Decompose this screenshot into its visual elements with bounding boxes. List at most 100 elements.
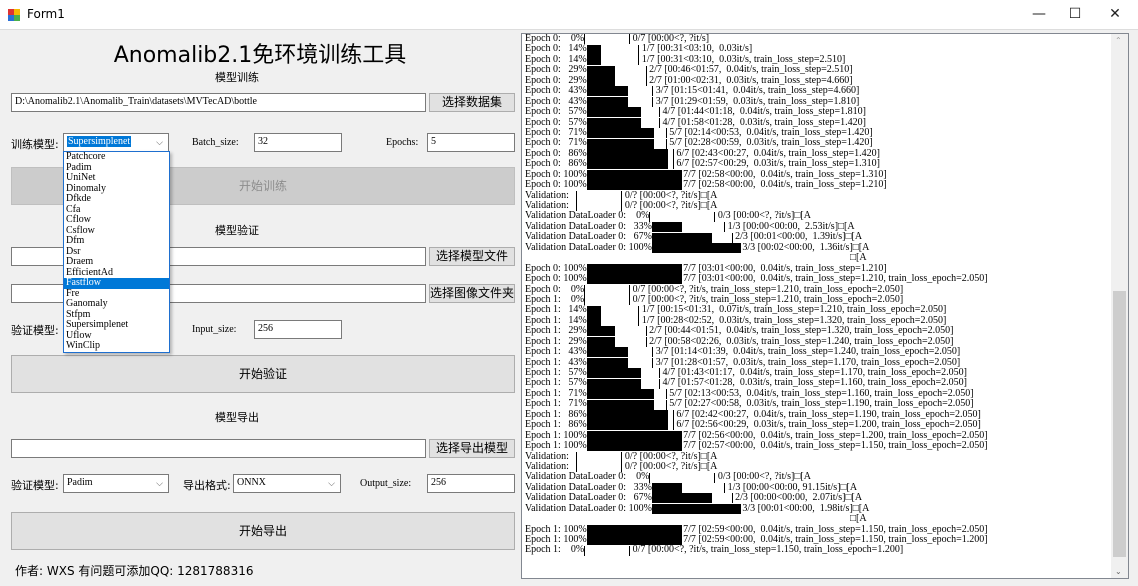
- export-format-select[interactable]: ONNX ⌵: [233, 474, 341, 493]
- app-heading: Anomalib2.1免环境训练工具: [113, 43, 407, 68]
- export-model-label: 验证模型:: [11, 479, 59, 492]
- progress-fill: [587, 378, 642, 389]
- progress-bar: [586, 316, 640, 327]
- export-format-label: 导出格式:: [183, 479, 231, 492]
- input-size-input[interactable]: 256: [254, 320, 342, 339]
- epochs-label: Epochs:: [386, 137, 419, 148]
- title-bar: Form1 — ☐ ✕: [0, 0, 1138, 30]
- select-image-folder-button[interactable]: 选择图像文件夹: [429, 284, 515, 303]
- scroll-down-icon[interactable]: ⌄: [1115, 567, 1122, 576]
- chevron-down-icon[interactable]: ⌵: [323, 475, 340, 492]
- progress-fill: [587, 44, 601, 55]
- train-model-select[interactable]: Supersimplenet ⌵: [63, 133, 169, 152]
- progress-fill: [587, 357, 629, 368]
- export-model-select[interactable]: Padim ⌵: [63, 474, 169, 493]
- progress-fill: [587, 430, 682, 441]
- log-status: 7/7 [02:57<00:00, 0.04it/s, train_loss_s…: [680, 440, 988, 452]
- log-status: 0/7 [00:00<?, ?it/s, train_loss_step=1.1…: [630, 544, 904, 556]
- progress-bar: [586, 378, 661, 389]
- log-prefix: Epoch 1: 43%: [525, 346, 587, 358]
- start-export-button[interactable]: 开始导出: [11, 512, 515, 550]
- log-console[interactable]: Epoch 0: 0% 0/7 [00:00<?, ?it/s] Epoch 0:…: [521, 33, 1129, 579]
- close-button[interactable]: ✕: [1092, 0, 1138, 30]
- progress-fill: [587, 305, 601, 316]
- progress-bar: [576, 190, 623, 201]
- progress-fill: [587, 180, 682, 191]
- progress-fill: [587, 117, 642, 128]
- progress-bar: [586, 96, 654, 107]
- progress-fill: [587, 347, 629, 358]
- progress-bar: [586, 389, 667, 400]
- progress-fill: [587, 409, 669, 420]
- progress-fill: [587, 389, 655, 400]
- export-path-input[interactable]: [11, 439, 426, 458]
- log-line: Validation: 0/? [00:00<?, ?it/s]□[A: [522, 461, 1128, 473]
- progress-bar: [586, 409, 674, 420]
- progress-bar: [649, 472, 716, 483]
- progress-bar: [651, 493, 733, 504]
- progress-fill: [587, 326, 615, 337]
- progress-fill: [587, 263, 682, 274]
- output-size-input[interactable]: 256: [427, 474, 515, 493]
- progress-bar: [586, 75, 647, 86]
- log-line: Epoch 1: 43% 3/7 [01:14<01:39, 0.04it/s,…: [522, 346, 1128, 358]
- progress-fill: [652, 222, 682, 233]
- progress-bar: [586, 169, 682, 180]
- export-format-value: ONNX: [237, 477, 266, 488]
- select-model-button[interactable]: 选择模型文件: [429, 247, 515, 266]
- log-prefix: Epoch 1: 0%: [525, 544, 585, 556]
- chevron-down-icon[interactable]: ⌵: [151, 475, 168, 492]
- dropdown-option[interactable]: Cflow: [64, 214, 169, 226]
- start-validation-button[interactable]: 开始验证: [11, 355, 515, 393]
- log-line: Epoch 0: 57% 4/7 [01:44<01:18, 0.04it/s,…: [522, 106, 1128, 118]
- dropdown-option[interactable]: Patchcore: [64, 151, 169, 163]
- progress-bar: [586, 107, 661, 118]
- dropdown-option[interactable]: UniNet: [64, 172, 169, 184]
- train-model-dropdown[interactable]: Patchcore Padim UniNet Dinomaly Dfkde Cfa Cflo…: [63, 151, 170, 353]
- progress-bar: [586, 336, 647, 347]
- select-dataset-button[interactable]: 选择数据集: [429, 93, 515, 112]
- progress-bar: [584, 295, 631, 306]
- log-line: Validation: 0/? [00:00<?, ?it/s]□[A: [522, 200, 1128, 212]
- progress-fill: [587, 274, 682, 285]
- scrollbar[interactable]: ⌃ ⌄: [1111, 34, 1128, 578]
- progress-fill: [587, 138, 655, 149]
- progress-bar: [586, 441, 682, 452]
- batch-size-input[interactable]: 32: [254, 133, 342, 152]
- dropdown-option[interactable]: Dfm: [64, 235, 169, 247]
- progress-fill: [587, 107, 642, 118]
- progress-bar: [586, 357, 654, 368]
- progress-bar: [586, 55, 640, 66]
- epochs-input[interactable]: 5: [427, 133, 515, 152]
- progress-bar: [584, 284, 631, 295]
- dropdown-option[interactable]: Fastflow: [64, 277, 169, 289]
- progress-bar: [586, 430, 682, 441]
- chevron-down-icon[interactable]: ⌵: [151, 134, 168, 151]
- progress-fill: [652, 493, 712, 504]
- log-prefix: Epoch 1: 100%: [525, 440, 587, 452]
- log-prefix: Epoch 0: 100%: [525, 179, 587, 191]
- scroll-up-icon[interactable]: ⌃: [1115, 36, 1122, 45]
- progress-bar: [586, 535, 682, 546]
- dropdown-option[interactable]: Supersimplenet: [64, 319, 169, 331]
- dropdown-option[interactable]: Dfkde: [64, 193, 169, 205]
- dropdown-option[interactable]: Draem: [64, 256, 169, 268]
- progress-fill: [587, 316, 601, 327]
- progress-bar: [586, 117, 661, 128]
- progress-bar: [586, 149, 674, 160]
- progress-bar: [586, 326, 647, 337]
- dropdown-option[interactable]: Ganomaly: [64, 298, 169, 310]
- progress-bar: [586, 138, 667, 149]
- progress-bar: [651, 222, 726, 233]
- progress-bar: [586, 368, 661, 379]
- progress-bar: [586, 86, 654, 97]
- select-export-model-button[interactable]: 选择导出模型: [429, 439, 515, 458]
- dataset-path-input[interactable]: D:\Anomalib2.1\Anomalib_Train\datasets\M…: [11, 93, 426, 112]
- footer-author: 作者: WXS 有问题可添加QQ: 1281788316: [15, 564, 254, 578]
- progress-bar: [651, 503, 741, 514]
- output-size-label: Output_size:: [360, 478, 412, 489]
- dropdown-option[interactable]: WinClip: [64, 340, 169, 352]
- scrollbar-thumb[interactable]: [1113, 291, 1126, 557]
- log-line: Epoch 0: 100% 7/7 [03:01<00:00, 0.04it/s…: [522, 273, 1128, 285]
- progress-bar: [586, 347, 654, 358]
